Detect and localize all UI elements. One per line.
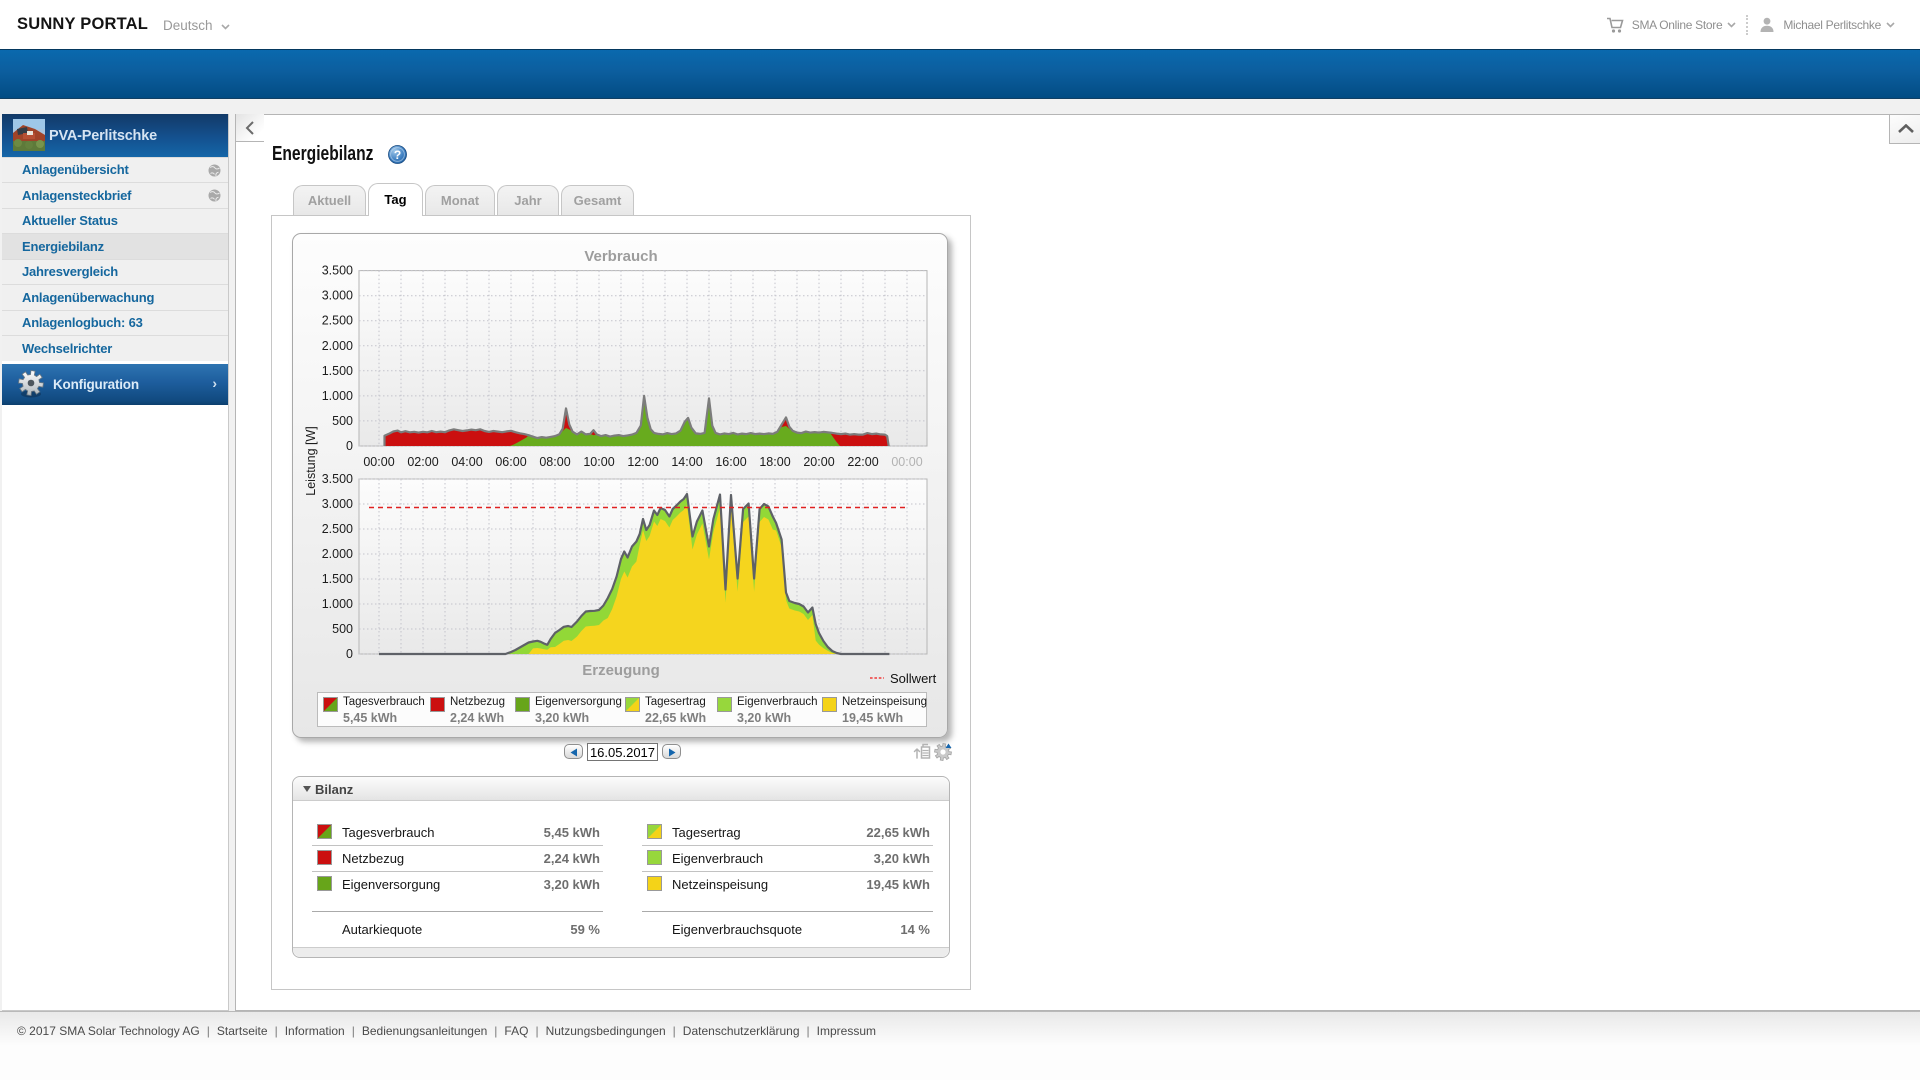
svg-text:2.500: 2.500 (322, 522, 353, 536)
svg-text:16:00: 16:00 (715, 455, 746, 469)
svg-text:500: 500 (332, 414, 353, 428)
svg-text:0: 0 (346, 647, 353, 661)
svg-text:3.500: 3.500 (322, 264, 353, 278)
svg-text:Erzeugung: Erzeugung (582, 662, 660, 679)
svg-text:0: 0 (346, 439, 353, 453)
svg-text:00:00: 00:00 (891, 455, 922, 469)
svg-text:10:00: 10:00 (583, 455, 614, 469)
svg-text:500: 500 (332, 622, 353, 636)
svg-text:1.500: 1.500 (322, 572, 353, 586)
svg-text:20:00: 20:00 (803, 455, 834, 469)
svg-text:2.000: 2.000 (322, 339, 353, 353)
svg-text:00:00: 00:00 (363, 455, 394, 469)
svg-text:3.500: 3.500 (322, 472, 353, 486)
svg-text:1.500: 1.500 (322, 364, 353, 378)
svg-text:12:00: 12:00 (627, 455, 658, 469)
svg-text:14:00: 14:00 (671, 455, 702, 469)
svg-text:Sollwert: Sollwert (890, 671, 937, 686)
svg-text:22:00: 22:00 (847, 455, 878, 469)
svg-text:08:00: 08:00 (539, 455, 570, 469)
svg-text:3.000: 3.000 (322, 497, 353, 511)
svg-text:18:00: 18:00 (759, 455, 790, 469)
svg-text:Verbrauch: Verbrauch (584, 248, 657, 265)
svg-text:3.000: 3.000 (322, 289, 353, 303)
svg-text:2.000: 2.000 (322, 547, 353, 561)
svg-text:1.000: 1.000 (322, 389, 353, 403)
svg-text:2.500: 2.500 (322, 314, 353, 328)
svg-text:Leistung [W]: Leistung [W] (304, 426, 318, 495)
svg-text:06:00: 06:00 (495, 455, 526, 469)
svg-text:?: ? (394, 148, 401, 162)
svg-text:04:00: 04:00 (451, 455, 482, 469)
svg-text:02:00: 02:00 (407, 455, 438, 469)
svg-text:1.000: 1.000 (322, 597, 353, 611)
